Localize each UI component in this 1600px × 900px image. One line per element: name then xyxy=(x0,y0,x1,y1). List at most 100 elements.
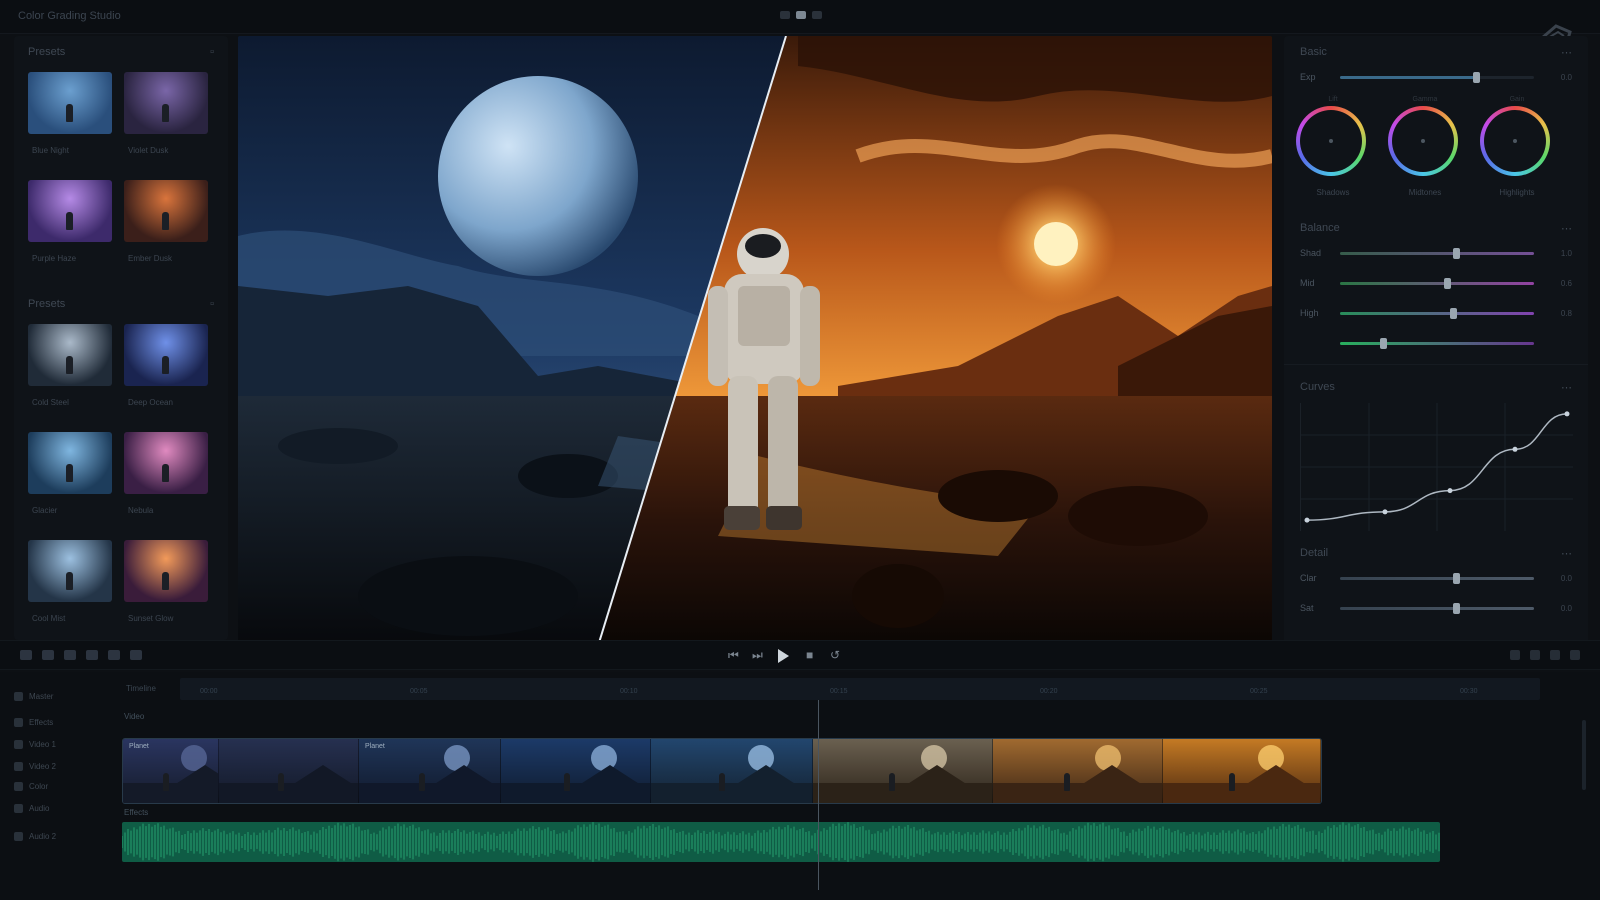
panel-menu-icon[interactable]: ⋯ xyxy=(1561,547,1572,563)
slider-knob[interactable] xyxy=(1443,277,1451,289)
curve-point[interactable] xyxy=(1564,411,1570,417)
color-wheel-midtones[interactable]: Gamma Midtones xyxy=(1388,96,1462,197)
preset-thumbnail[interactable] xyxy=(28,432,112,494)
slider-knob[interactable] xyxy=(1453,602,1461,614)
preset-item[interactable]: Violet Dusk xyxy=(124,72,208,180)
track-toggle-icon[interactable] xyxy=(14,739,23,749)
select-tool-icon[interactable] xyxy=(20,650,32,660)
color-wheel-handle[interactable] xyxy=(1513,139,1517,143)
track-header[interactable]: Color xyxy=(14,776,114,796)
color-wheel-shadows[interactable]: Lift Shadows xyxy=(1296,96,1370,197)
view-mode-side[interactable] xyxy=(812,11,822,19)
undo-icon[interactable] xyxy=(108,650,120,660)
preset-item[interactable]: Purple Haze xyxy=(28,180,112,288)
timeline-scrollbar[interactable] xyxy=(1582,720,1586,790)
audio-track[interactable] xyxy=(122,822,1440,862)
slider-knob[interactable] xyxy=(1472,71,1480,83)
curve-point[interactable] xyxy=(1447,488,1453,494)
track-header[interactable]: Audio 2 xyxy=(14,826,114,846)
cut-tool-icon[interactable] xyxy=(42,650,54,660)
video-clip[interactable]: Planet xyxy=(123,739,219,803)
zoom-in-icon[interactable] xyxy=(1530,650,1540,660)
preset-item[interactable]: Sunset Glow xyxy=(124,540,208,648)
curve-point[interactable] xyxy=(1382,509,1388,515)
slider-track[interactable] xyxy=(1340,247,1534,259)
video-clip[interactable] xyxy=(813,739,993,803)
preset-thumbnail[interactable] xyxy=(124,324,208,386)
panel-menu-icon[interactable]: ⋯ xyxy=(1561,46,1572,62)
preset-thumbnail[interactable] xyxy=(124,180,208,242)
tone-curve[interactable] xyxy=(1301,403,1573,531)
track-toggle-icon[interactable] xyxy=(14,803,23,813)
play-button[interactable] xyxy=(778,649,789,663)
collapse-icon[interactable]: ▫ xyxy=(210,46,214,66)
slider-knob[interactable] xyxy=(1449,307,1457,319)
preset-item[interactable]: Ember Dusk xyxy=(124,180,208,288)
track-toggle-icon[interactable] xyxy=(14,691,23,701)
video-clip[interactable] xyxy=(993,739,1163,803)
adjust-slider[interactable]: High 0.8 xyxy=(1284,298,1588,328)
video-clip[interactable] xyxy=(651,739,813,803)
preset-item[interactable]: Cold Steel xyxy=(28,324,112,432)
video-clip[interactable]: Planet xyxy=(359,739,501,803)
redo-icon[interactable] xyxy=(130,650,142,660)
color-wheel-ring[interactable] xyxy=(1480,106,1550,176)
preset-item[interactable]: Nebula xyxy=(124,432,208,540)
track-header[interactable]: Video 1 xyxy=(14,734,114,754)
preset-thumbnail[interactable] xyxy=(28,180,112,242)
adjust-slider[interactable] xyxy=(1284,328,1588,358)
color-wheel-handle[interactable] xyxy=(1329,139,1333,143)
color-wheel-ring[interactable] xyxy=(1388,106,1458,176)
slider-knob[interactable] xyxy=(1453,572,1461,584)
exposure-slider[interactable]: Exp 0.0 xyxy=(1284,62,1588,92)
color-wheel-highlights[interactable]: Gain Highlights xyxy=(1480,96,1554,197)
slider-track[interactable] xyxy=(1340,71,1534,83)
zoom-out-icon[interactable] xyxy=(1510,650,1520,660)
slider-track[interactable] xyxy=(1340,337,1534,349)
preset-item[interactable]: Cool Mist xyxy=(28,540,112,648)
slider-track[interactable] xyxy=(1340,602,1534,614)
playhead[interactable] xyxy=(818,700,819,890)
track-toggle-icon[interactable] xyxy=(14,831,23,841)
curve-point[interactable] xyxy=(1304,517,1310,523)
snap-tool-icon[interactable] xyxy=(64,650,76,660)
video-clip[interactable] xyxy=(1163,739,1321,803)
preset-thumbnail[interactable] xyxy=(124,540,208,602)
curve-point[interactable] xyxy=(1512,446,1518,452)
adjust-slider[interactable]: Shad 1.0 xyxy=(1284,238,1588,268)
curve-editor[interactable] xyxy=(1300,403,1573,531)
loop-icon[interactable]: ↺ xyxy=(830,649,840,661)
slider-track[interactable] xyxy=(1340,572,1534,584)
panel-menu-icon[interactable]: ⋯ xyxy=(1561,381,1572,397)
refresh-icon[interactable] xyxy=(1570,650,1580,660)
adjust-slider[interactable]: Clar 0.0 xyxy=(1284,563,1588,593)
view-mode-compare[interactable] xyxy=(780,11,790,19)
view-mode-single[interactable] xyxy=(796,11,806,19)
link-tool-icon[interactable] xyxy=(86,650,98,660)
track-header[interactable]: Master xyxy=(14,686,114,706)
track-toggle-icon[interactable] xyxy=(14,781,23,791)
preset-thumbnail[interactable] xyxy=(28,72,112,134)
preset-item[interactable]: Deep Ocean xyxy=(124,324,208,432)
adjust-slider[interactable]: Mid 0.6 xyxy=(1284,268,1588,298)
color-wheel-handle[interactable] xyxy=(1421,139,1425,143)
preset-thumbnail[interactable] xyxy=(28,324,112,386)
next-clip-icon[interactable]: ■ xyxy=(806,649,813,661)
preset-thumbnail[interactable] xyxy=(124,72,208,134)
track-header[interactable]: Effects xyxy=(14,712,114,732)
track-toggle-icon[interactable] xyxy=(14,761,23,771)
preset-thumbnail[interactable] xyxy=(28,540,112,602)
view-mode-switcher[interactable] xyxy=(780,11,822,19)
track-header[interactable]: Audio xyxy=(14,798,114,818)
slider-track[interactable] xyxy=(1340,277,1534,289)
prev-clip-icon[interactable]: ⏭ xyxy=(752,649,763,661)
video-clip[interactable] xyxy=(501,739,651,803)
preset-thumbnail[interactable] xyxy=(124,432,208,494)
color-wheel-ring[interactable] xyxy=(1296,106,1366,176)
video-track[interactable]: Planet Planet xyxy=(122,738,1322,804)
preset-item[interactable]: Glacier xyxy=(28,432,112,540)
fit-icon[interactable] xyxy=(1550,650,1560,660)
track-header[interactable]: Video 2 xyxy=(14,756,114,776)
timeline-ruler[interactable]: 00:00 00:05 00:10 00:15 00:20 00:25 00:30 xyxy=(180,678,1540,700)
slider-knob[interactable] xyxy=(1453,247,1461,259)
